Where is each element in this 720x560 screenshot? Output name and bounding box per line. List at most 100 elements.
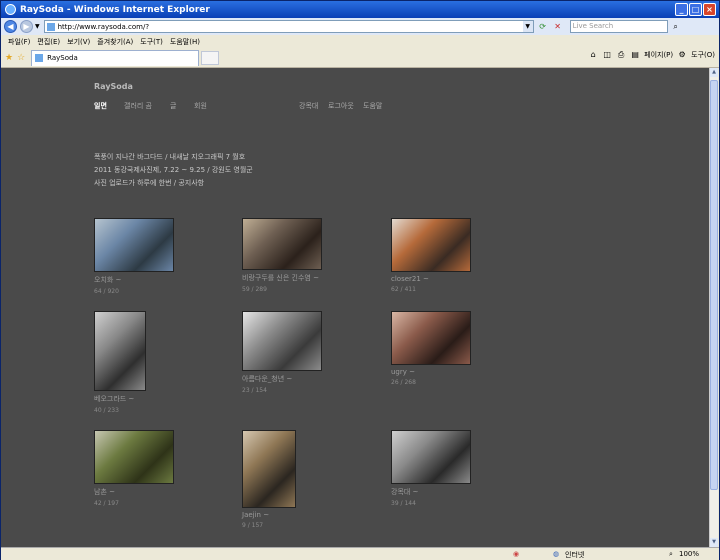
tools-menu-button[interactable]: 도구(O) — [691, 50, 715, 60]
photo-thumbnail[interactable] — [242, 430, 296, 508]
photo-thumbnail[interactable] — [391, 218, 471, 272]
nav-posts[interactable]: 글 — [170, 101, 176, 111]
photo-title[interactable]: 강목대 ~ — [391, 487, 471, 497]
print-icon[interactable]: ⎙ — [616, 50, 626, 60]
photo-card[interactable]: Jaejin ~ 9 / 157 — [242, 430, 296, 529]
nav-gallery[interactable]: 갤러리 곰 — [124, 101, 152, 111]
photo-title[interactable]: ugry ~ — [391, 368, 471, 376]
tools-gear-icon: ⚙ — [678, 50, 686, 59]
photo-title[interactable]: 비랑구두를 신은 긴수염 ~ — [242, 273, 322, 283]
address-field[interactable]: http://www.raysoda.com/? ▼ — [43, 20, 534, 33]
photo-card[interactable]: 남촌 ~ 42 / 197 — [94, 430, 174, 507]
photo-card[interactable]: closer21 ~ 62 / 411 — [391, 218, 471, 293]
photo-card[interactable]: 오치화 ~ 64 / 920 — [94, 218, 174, 295]
photo-title[interactable]: Jaejin ~ — [242, 511, 296, 519]
scroll-up-icon[interactable]: ▲ — [710, 68, 718, 77]
nav-home[interactable]: 일면 — [94, 101, 107, 111]
photo-title[interactable]: 아름다운_청년 ~ — [242, 374, 322, 384]
search-input[interactable]: Live Search — [569, 20, 668, 33]
favorites-star-icon[interactable]: ★ — [5, 53, 13, 63]
photo-card[interactable]: 아름다운_청년 ~ 23 / 154 — [242, 311, 322, 394]
menu-file[interactable]: 파일(F) — [8, 37, 30, 47]
photo-stats: 42 / 197 — [94, 500, 119, 507]
photo-card[interactable]: 비랑구두를 신은 긴수염 ~ 59 / 289 — [242, 218, 322, 293]
address-bar-row: ◀ ▶ ▼ http://www.raysoda.com/? ▼ ⟳ ✕ Liv… — [1, 18, 719, 35]
photo-stats: 39 / 144 — [391, 500, 416, 507]
title-bar: RaySoda - Windows Internet Explorer _ □ … — [1, 1, 719, 18]
photo-stats: 23 / 154 — [242, 387, 267, 394]
page-icon — [46, 22, 55, 31]
notice-item[interactable]: 2011 동강국제사진제, 7.22 ~ 9.25 / 강원도 영월군 — [94, 164, 253, 177]
refresh-icon[interactable]: ⟳ — [537, 21, 549, 33]
window-title: RaySoda - Windows Internet Explorer — [20, 4, 210, 15]
photo-card[interactable]: 베오그라드 ~ 40 / 233 — [94, 311, 146, 414]
tab-page-icon — [35, 54, 44, 62]
address-value[interactable]: http://www.raysoda.com/? — [58, 23, 523, 31]
nav-members[interactable]: 회원 — [194, 101, 207, 111]
page-menu-button[interactable]: 페이지(P) — [644, 50, 673, 60]
forward-button[interactable]: ▶ — [20, 20, 33, 33]
security-icon: ◉ — [513, 550, 520, 558]
photo-thumbnail[interactable] — [242, 218, 322, 270]
add-favorites-icon[interactable]: ☆ — [17, 53, 25, 63]
photo-stats: 62 / 411 — [391, 286, 416, 293]
photo-thumbnail[interactable] — [242, 311, 322, 371]
command-bar: ⌂ ◫ ⎙ ▤ 페이지(P) ⚙ 도구(O) — [588, 50, 715, 60]
stop-icon[interactable]: ✕ — [552, 21, 564, 33]
window-controls: _ □ × — [675, 3, 716, 16]
ie-logo-icon — [5, 4, 16, 15]
menu-view[interactable]: 보기(V) — [67, 37, 90, 47]
zoom-level[interactable]: 100% — [679, 550, 699, 558]
photo-thumbnail[interactable] — [94, 430, 174, 484]
home-icon[interactable]: ⌂ — [588, 50, 598, 60]
scroll-down-icon[interactable]: ▼ — [710, 538, 718, 547]
photo-stats: 26 / 268 — [391, 379, 416, 386]
nav-logout[interactable]: 로그아웃 — [328, 101, 354, 111]
photo-stats: 64 / 920 — [94, 288, 119, 295]
notice-list: 폭풍이 지나간 바그다드 / 내새날 지오그래픽 7 월호 2011 동강국제사… — [94, 151, 253, 190]
globe-icon: ◍ — [553, 550, 560, 558]
tab-label: RaySoda — [47, 54, 78, 62]
browser-window: RaySoda - Windows Internet Explorer _ □ … — [0, 0, 720, 560]
photo-thumbnail[interactable] — [94, 218, 174, 272]
photo-stats: 59 / 289 — [242, 286, 267, 293]
photo-card[interactable]: ugry ~ 26 / 268 — [391, 311, 471, 386]
site-nav: 일면 갤러리 곰 글 회원 강목대 로그아웃 도움말 — [1, 101, 710, 113]
vertical-scrollbar[interactable]: ▲ ▼ — [709, 68, 718, 547]
photo-stats: 40 / 233 — [94, 407, 119, 414]
back-button[interactable]: ◀ — [4, 20, 17, 33]
minimize-button[interactable]: _ — [675, 3, 688, 16]
search-icon[interactable]: ⌕ — [670, 21, 682, 33]
photo-title[interactable]: 베오그라드 ~ — [94, 394, 146, 404]
menu-help[interactable]: 도움말(H) — [170, 37, 200, 47]
tab-raysoda[interactable]: RaySoda — [31, 49, 200, 66]
photo-title[interactable]: 남촌 ~ — [94, 487, 174, 497]
page-menu-icon: ▤ — [631, 50, 639, 59]
scroll-thumb[interactable] — [710, 80, 718, 490]
notice-item[interactable]: 폭풍이 지나간 바그다드 / 내새날 지오그래픽 7 월호 — [94, 151, 253, 164]
photo-thumbnail[interactable] — [94, 311, 146, 391]
address-dropdown-icon[interactable]: ▼ — [522, 21, 533, 32]
photo-thumbnail[interactable] — [391, 311, 471, 365]
photo-card[interactable]: 강목대 ~ 39 / 144 — [391, 430, 471, 507]
menu-favorites[interactable]: 즐겨찾기(A) — [97, 37, 133, 47]
menu-tools[interactable]: 도구(T) — [140, 37, 163, 47]
zoom-icon: ⌕ — [669, 550, 673, 558]
photo-stats: 9 / 157 — [242, 522, 264, 529]
nav-help[interactable]: 도움말 — [363, 101, 382, 111]
page-content: RaySoda 일면 갤러리 곰 글 회원 강목대 로그아웃 도움말 폭풍이 지… — [1, 68, 710, 547]
feeds-icon[interactable]: ◫ — [602, 50, 612, 60]
site-logo[interactable]: RaySoda — [94, 82, 133, 91]
photo-thumbnail[interactable] — [391, 430, 471, 484]
close-button[interactable]: × — [703, 3, 716, 16]
zone-label: 인터넷 — [565, 551, 585, 559]
nav-user[interactable]: 강목대 — [299, 101, 318, 111]
new-tab-button[interactable] — [201, 50, 220, 65]
maximize-button[interactable]: □ — [689, 3, 702, 16]
notice-item[interactable]: 사진 업로드가 하루에 한번 / 공지사항 — [94, 177, 253, 190]
photo-title[interactable]: 오치화 ~ — [94, 275, 174, 285]
photo-title[interactable]: closer21 ~ — [391, 275, 471, 283]
menu-edit[interactable]: 편집(E) — [37, 37, 60, 47]
menu-bar: 파일(F) 편집(E) 보기(V) 즐겨찾기(A) 도구(T) 도움말(H) — [1, 35, 719, 48]
history-dropdown-icon[interactable]: ▼ — [35, 23, 40, 30]
